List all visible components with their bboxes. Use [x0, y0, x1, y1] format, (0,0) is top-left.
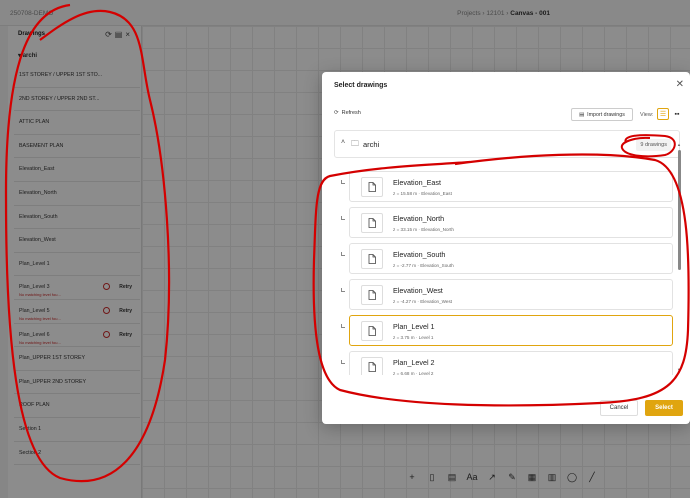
drawing-card[interactable]: Elevation_Southz = -2.77 m · Elevation_S…	[349, 243, 673, 274]
drawing-elevation: z = 3.75 m · Level 1	[393, 335, 434, 340]
tree-branch-icon	[341, 324, 345, 328]
scrollbar[interactable]: ▲ ▼	[677, 142, 682, 374]
drawing-list: Elevation_Eastz = 15.58 m · Elevation_Ea…	[334, 170, 676, 375]
tree-branch-icon	[341, 360, 345, 364]
select-drawings-dialog: Select drawings ✕ ⟳ Refresh ▤ Import dra…	[322, 72, 690, 424]
drawing-name: Elevation_North	[393, 214, 445, 223]
close-icon[interactable]: ✕	[676, 79, 684, 90]
drawing-elevation: z = 33.15 m · Elevation_North	[393, 227, 454, 232]
document-icon	[361, 213, 383, 233]
select-button[interactable]: Select	[645, 400, 683, 416]
drawing-card[interactable]: Plan_Level 1 z = 3.75 m · Level 1	[349, 315, 673, 346]
drawing-name: Elevation_South	[393, 250, 446, 259]
folder-name: archi	[363, 140, 380, 149]
drawing-name: Plan_Level 2	[393, 358, 435, 367]
drawing-card[interactable]: Elevation_Westz = -4.27 m · Elevation_We…	[349, 279, 673, 310]
drawing-elevation: z = 6.68 m · Level 2	[393, 371, 434, 375]
grid-icon: ▪▪	[674, 110, 680, 118]
drawing-elevation: z = -4.27 m · Elevation_West	[393, 299, 453, 304]
list-icon: ☰	[659, 111, 667, 118]
tree-branch-icon	[341, 252, 345, 256]
document-icon	[361, 357, 383, 375]
document-icon	[361, 177, 383, 197]
drawing-elevation: z = 15.58 m · Elevation_East	[393, 191, 452, 196]
document-icon	[361, 285, 383, 305]
drawing-row: Elevation_Eastz = 15.58 m · Elevation_Ea…	[334, 170, 676, 206]
tree-branch-icon	[341, 288, 345, 292]
drawing-card[interactable]: Elevation_Eastz = 15.58 m · Elevation_Ea…	[349, 171, 673, 202]
drawing-row: Plan_Level 1 z = 3.75 m · Level 1	[334, 314, 676, 350]
drawing-card[interactable]: Plan_Level 2 z = 6.68 m · Level 2	[349, 351, 673, 375]
dialog-title: Select drawings	[334, 82, 388, 89]
cancel-button[interactable]: Cancel	[600, 400, 638, 416]
refresh-label: Refresh	[341, 110, 361, 116]
drawing-name: Elevation_West	[393, 286, 443, 295]
tree-branch-icon	[341, 216, 345, 220]
tree-branch-icon	[341, 180, 345, 184]
drawing-row: Elevation_Westz = -4.27 m · Elevation_We…	[334, 278, 676, 314]
import-drawings-button[interactable]: ▤ Import drawings	[571, 108, 633, 121]
refresh-button[interactable]: ⟳ Refresh	[334, 110, 361, 116]
chevron-up-icon[interactable]: ˄	[341, 139, 345, 146]
list-view-toggle[interactable]: ☰	[657, 108, 669, 120]
scroll-up-icon[interactable]: ▲	[677, 142, 681, 147]
document-icon	[361, 321, 383, 341]
view-label: View:	[640, 112, 654, 118]
refresh-icon: ⟳	[334, 110, 339, 116]
grid-view-toggle[interactable]: ▪▪	[671, 108, 683, 120]
folder-icon: 🗀	[351, 139, 359, 148]
drawing-elevation: z = -2.77 m · Elevation_South	[393, 263, 454, 268]
folder-row[interactable]: ˄ 🗀 archi 9 drawings	[334, 130, 680, 158]
drawing-name: Elevation_East	[393, 178, 441, 187]
import-icon: ▤	[579, 111, 585, 118]
import-label: Import drawings	[587, 111, 625, 118]
drawing-row: Elevation_Southz = -2.77 m · Elevation_S…	[334, 242, 676, 278]
drawing-row: Plan_Level 2 z = 6.68 m · Level 2	[334, 350, 676, 375]
drawing-name: Plan_Level 1	[393, 322, 435, 331]
scroll-down-icon[interactable]: ▼	[677, 367, 681, 372]
drawing-row: Elevation_Northz = 33.15 m · Elevation_N…	[334, 206, 676, 242]
drawing-count-badge: 9 drawings	[636, 139, 671, 151]
scrollbar-thumb[interactable]	[678, 150, 681, 270]
document-icon	[361, 249, 383, 269]
drawing-card[interactable]: Elevation_Northz = 33.15 m · Elevation_N…	[349, 207, 673, 238]
